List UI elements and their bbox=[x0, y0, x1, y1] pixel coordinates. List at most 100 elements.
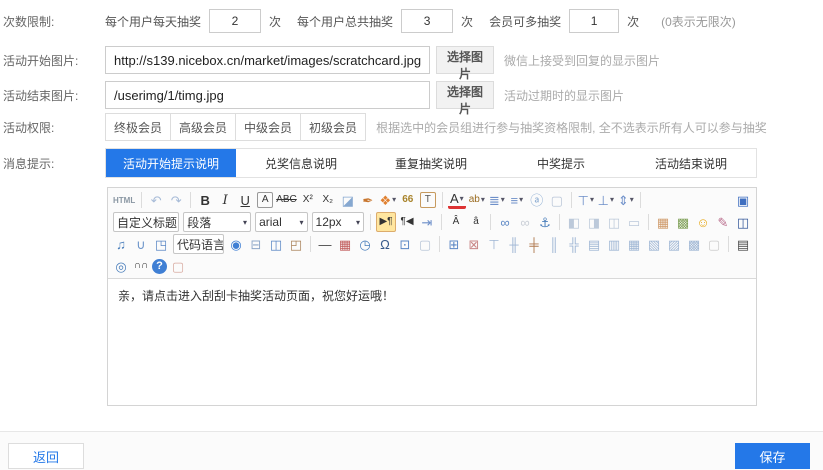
table-style5-icon[interactable]: ▨ bbox=[665, 235, 683, 253]
help-icon[interactable]: ? bbox=[152, 259, 167, 274]
table-style1-icon[interactable]: ▤ bbox=[585, 235, 603, 253]
insert-table-icon[interactable]: ⊞ bbox=[445, 235, 463, 253]
style-select[interactable]: 自定义标题▾ bbox=[113, 212, 179, 232]
image-manager-icon[interactable]: ▩ bbox=[674, 213, 692, 231]
member-option-ultimate[interactable]: 终极会员 bbox=[105, 113, 171, 141]
subscript-icon[interactable]: X₂ bbox=[319, 191, 337, 209]
redo-icon[interactable]: ↷ bbox=[167, 191, 185, 209]
strikethrough-icon[interactable]: ABC bbox=[276, 191, 297, 209]
blockquote-icon[interactable]: 66 bbox=[399, 191, 417, 209]
date-icon[interactable]: ▦ bbox=[336, 235, 354, 253]
table-header-icon[interactable]: ⊤ bbox=[485, 235, 503, 253]
unlink-icon[interactable]: ∞ bbox=[516, 213, 534, 231]
toolbar-separator bbox=[370, 214, 371, 230]
start-image-input[interactable] bbox=[105, 46, 430, 74]
video-icon[interactable]: ◫ bbox=[734, 213, 752, 231]
scrawl-icon[interactable]: ✎ bbox=[714, 213, 732, 231]
search-replace-icon[interactable]: ∩∩ bbox=[132, 257, 150, 275]
pagebreak-icon[interactable]: ⊟ bbox=[247, 235, 265, 253]
paste-text-icon[interactable]: T bbox=[420, 192, 436, 208]
font-color-icon[interactable]: A▾ bbox=[448, 191, 466, 209]
superscript-icon[interactable]: X² bbox=[299, 191, 317, 209]
table-style6-icon[interactable]: ▩ bbox=[685, 235, 703, 253]
size-select[interactable]: 12px▾ bbox=[312, 212, 364, 232]
member-option-middle[interactable]: 中级会员 bbox=[235, 113, 301, 141]
tab-win-message[interactable]: 中奖提示 bbox=[496, 149, 626, 177]
table-style2-icon[interactable]: ▥ bbox=[605, 235, 623, 253]
preview-icon[interactable]: ◎ bbox=[112, 257, 130, 275]
columns-icon[interactable]: ◫ bbox=[267, 235, 285, 253]
auto-typeset-icon[interactable]: ❖▾ bbox=[379, 191, 397, 209]
emotion-icon[interactable]: ☺ bbox=[694, 213, 712, 231]
indent-first-icon[interactable]: ⇥ bbox=[418, 213, 436, 231]
align-icon[interactable]: ⊥▾ bbox=[597, 191, 615, 209]
end-image-input[interactable] bbox=[105, 81, 430, 109]
start-image-pick-button[interactable]: 选择图片 bbox=[436, 46, 494, 74]
insert-col-icon[interactable]: ║ bbox=[545, 235, 563, 253]
template-icon[interactable]: ▢ bbox=[416, 235, 434, 253]
lowercase-icon[interactable]: â bbox=[467, 213, 485, 231]
ltr-paragraph-icon[interactable]: ▶¶ bbox=[376, 212, 396, 232]
map-icon[interactable]: ◉ bbox=[227, 235, 245, 253]
member-option-junior[interactable]: 初级会员 bbox=[300, 113, 366, 141]
source-code-icon[interactable]: HTML bbox=[113, 196, 135, 205]
link-icon[interactable]: ∞ bbox=[496, 213, 514, 231]
tab-activity-start-message[interactable]: 活动开始提示说明 bbox=[106, 149, 236, 177]
italic-icon[interactable]: I bbox=[216, 191, 234, 209]
ordered-list-icon[interactable]: ≣▾ bbox=[488, 191, 506, 209]
fullscreen-icon[interactable]: ▣ bbox=[734, 191, 752, 209]
table-style4-icon[interactable]: ▧ bbox=[645, 235, 663, 253]
underline-icon[interactable]: U bbox=[236, 191, 254, 209]
split-cell-icon[interactable]: ╬ bbox=[565, 235, 583, 253]
eraser-icon[interactable]: ◪ bbox=[339, 191, 357, 209]
merge-right-icon[interactable]: ╪ bbox=[525, 235, 543, 253]
image-right-icon[interactable]: ◨ bbox=[585, 213, 603, 231]
font-border-icon[interactable]: A bbox=[257, 192, 273, 208]
print-icon[interactable]: ▤ bbox=[734, 235, 752, 253]
iframe-icon[interactable]: ◳ bbox=[152, 235, 170, 253]
save-button[interactable]: 保存 bbox=[735, 443, 810, 469]
insert-image-icon[interactable]: ▦ bbox=[654, 213, 672, 231]
doc-icon[interactable]: ▢ bbox=[705, 235, 723, 253]
member-option-senior[interactable]: 高级会员 bbox=[170, 113, 236, 141]
editor-body[interactable]: 亲，请点击进入刮刮卡抽奖活动页面，祝您好运哦！ bbox=[108, 279, 756, 405]
line-height-icon[interactable]: ⇕▾ bbox=[617, 191, 635, 209]
special-char-icon[interactable]: Ω bbox=[376, 235, 394, 253]
image-left-icon[interactable]: ◧ bbox=[565, 213, 583, 231]
tab-repeat-draw[interactable]: 重复抽奖说明 bbox=[366, 149, 496, 177]
anchor-ref-icon[interactable]: ⓐ bbox=[528, 191, 546, 209]
format-brush-icon[interactable]: ✒ bbox=[359, 191, 377, 209]
comment-icon[interactable]: ⊡ bbox=[396, 235, 414, 253]
screenshot-icon[interactable]: ◰ bbox=[287, 235, 305, 253]
end-image-pick-button[interactable]: 选择图片 bbox=[436, 81, 494, 109]
time-icon[interactable]: ◷ bbox=[356, 235, 374, 253]
unordered-list-icon[interactable]: ≡▾ bbox=[508, 191, 526, 209]
code-language-select[interactable]: 代码语言▾ bbox=[173, 234, 224, 254]
music-icon[interactable]: ♫ bbox=[112, 235, 130, 253]
undo-icon[interactable]: ↶ bbox=[147, 191, 165, 209]
table-style3-icon[interactable]: ▦ bbox=[625, 235, 643, 253]
attachment-icon[interactable]: ∪ bbox=[132, 235, 150, 253]
member-extra-input[interactable] bbox=[569, 9, 619, 33]
delete-table-icon[interactable]: ⊠ bbox=[465, 235, 483, 253]
format-select[interactable]: 段落▾ bbox=[183, 212, 251, 232]
total-limit-input[interactable] bbox=[401, 9, 453, 33]
permission-content: 终极会员 高级会员 中级会员 初级会员 根据选中的会员组进行参与抽奖资格限制, … bbox=[105, 113, 767, 141]
back-button[interactable]: 返回 bbox=[8, 443, 84, 469]
bg-color-icon[interactable]: ab▾ bbox=[468, 191, 486, 209]
anchor-icon[interactable]: ⚓ bbox=[536, 213, 554, 231]
image-inline-icon[interactable]: ▭ bbox=[625, 213, 643, 231]
tab-redeem-info[interactable]: 兑奖信息说明 bbox=[236, 149, 366, 177]
blank-doc-icon[interactable]: ▢ bbox=[548, 191, 566, 209]
bold-icon[interactable]: B bbox=[196, 191, 214, 209]
uppercase-icon[interactable]: Â bbox=[447, 213, 465, 231]
tab-activity-end-message[interactable]: 活动结束说明 bbox=[626, 149, 756, 177]
image-center-icon[interactable]: ◫ bbox=[605, 213, 623, 231]
font-select[interactable]: arial▾ bbox=[255, 212, 307, 232]
paste-icon[interactable]: ▢ bbox=[169, 257, 187, 275]
horizontal-rule-icon[interactable]: — bbox=[316, 235, 334, 253]
daily-limit-input[interactable] bbox=[209, 9, 261, 33]
rtl-paragraph-icon[interactable]: ¶◀ bbox=[398, 213, 416, 231]
indent-icon[interactable]: ⊤▾ bbox=[577, 191, 595, 209]
merge-down-icon[interactable]: ╫ bbox=[505, 235, 523, 253]
